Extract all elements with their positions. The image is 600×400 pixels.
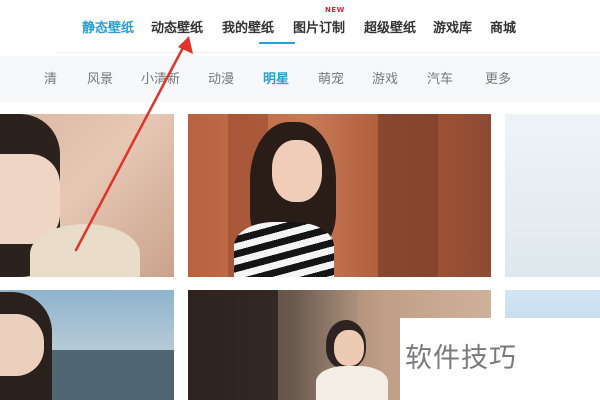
nav-dynamic-wallpaper[interactable]: 动态壁纸 xyxy=(151,17,203,36)
nav-store[interactable]: 商城 xyxy=(490,17,516,36)
wallpaper-thumbnail[interactable] xyxy=(0,290,174,400)
nav-super-wallpaper[interactable]: 超级壁纸 xyxy=(364,17,416,36)
nav-my-wallpaper[interactable]: 我的壁纸 xyxy=(222,17,274,36)
category-celebrity[interactable]: 明星 xyxy=(263,68,289,87)
nav-static-wallpaper[interactable]: 静态壁纸 xyxy=(82,17,134,36)
category-games[interactable]: 游戏 xyxy=(372,68,398,87)
dark-foreground xyxy=(188,290,278,400)
top-navigation: 静态壁纸 动态壁纸 我的壁纸 图片订制 NEW 超级壁纸 游戏库 商城 xyxy=(0,0,600,56)
striped-sweater xyxy=(234,222,334,277)
category-cute-pets[interactable]: 萌宠 xyxy=(318,68,344,87)
category-scenery[interactable]: 风景 xyxy=(87,68,113,87)
active-category-underline xyxy=(259,42,295,44)
wallpaper-thumbnail[interactable] xyxy=(188,114,491,277)
category-more[interactable]: 更多 xyxy=(485,68,511,87)
category-bar: 清 风景 小清新 动漫 明星 萌宠 游戏 汽车 更多 xyxy=(0,56,600,102)
category-anime[interactable]: 动漫 xyxy=(208,68,234,87)
white-sweater xyxy=(316,366,388,400)
wallpaper-thumbnail[interactable] xyxy=(0,114,174,277)
nav-divider xyxy=(56,52,600,53)
face-shape xyxy=(272,140,322,202)
new-badge: NEW xyxy=(325,6,345,14)
nav-image-custom[interactable]: 图片订制 xyxy=(293,17,345,36)
watermark-text: 软件技巧 xyxy=(405,343,517,374)
category-small-fresh[interactable]: 小清新 xyxy=(141,68,180,87)
coat-shape xyxy=(30,224,140,277)
category-cars[interactable]: 汽车 xyxy=(427,68,453,87)
nav-game-library[interactable]: 游戏库 xyxy=(433,17,472,36)
category-fresh-partial[interactable]: 清 xyxy=(44,68,57,87)
wallpaper-thumbnail[interactable] xyxy=(505,114,600,277)
face-shape xyxy=(334,330,364,366)
column-shape xyxy=(378,114,438,277)
